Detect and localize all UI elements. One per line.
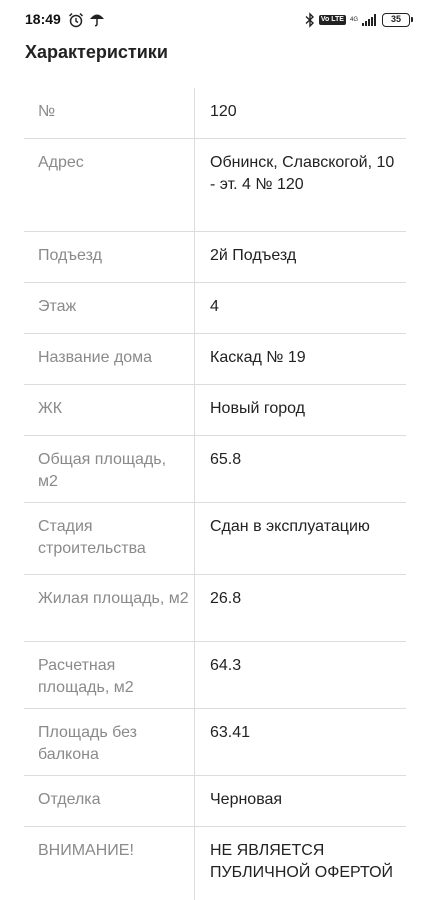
row-value: 64.3 — [194, 642, 406, 708]
table-row: Площадь без балкона 63.41 — [24, 709, 406, 776]
row-label: Отделка — [38, 791, 101, 808]
table-row: ЖК Новый город — [24, 385, 406, 436]
signal-icon — [362, 14, 376, 26]
volte-icon: Vo LTE — [318, 15, 346, 25]
row-label: Этаж — [38, 298, 77, 315]
row-label: Расчетная площадь, м2 — [38, 657, 134, 696]
row-value: 120 — [194, 88, 406, 138]
table-row: Этаж 4 — [24, 283, 406, 334]
row-label: № — [38, 103, 56, 120]
table-row: Отделка Черновая — [24, 776, 406, 827]
row-value: НЕ ЯВЛЯЕТСЯ ПУБЛИЧНОЙ ОФЕРТОЙ — [194, 827, 406, 900]
row-value: Черновая — [194, 776, 406, 826]
table-row: Подъезд 2й Подъезд — [24, 232, 406, 283]
row-value: Сдан в эксплуатацию — [194, 503, 406, 574]
row-label: Название дома — [38, 349, 153, 366]
characteristics-table: № 120 Адрес Обнинск, Славскогой, 10 - эт… — [24, 88, 406, 900]
row-value: 65.8 — [194, 436, 406, 502]
status-time: 18:49 — [25, 11, 61, 27]
row-label: Адрес — [38, 154, 84, 171]
table-row: Адрес Обнинск, Славскогой, 10 - эт. 4 № … — [24, 139, 406, 232]
row-value: 2й Подъезд — [194, 232, 406, 282]
row-value: Каскад № 19 — [194, 334, 406, 384]
network-4g-icon: 4G — [349, 16, 358, 23]
row-label: Жилая площадь, м2 — [38, 590, 189, 607]
table-row: ВНИМАНИЕ! НЕ ЯВЛЯЕТСЯ ПУБЛИЧНОЙ ОФЕРТОЙ — [24, 827, 406, 900]
status-icons: Vo LTE 4G 35 — [305, 11, 413, 29]
row-label: Подъезд — [38, 247, 102, 264]
row-label: Общая площадь, м2 — [38, 451, 167, 490]
table-row: Расчетная площадь, м2 64.3 — [24, 642, 406, 709]
row-label: Площадь без балкона — [38, 724, 137, 763]
page-title: Характеристики — [25, 42, 168, 62]
row-value: 63.41 — [194, 709, 406, 775]
umbrella-icon — [90, 14, 104, 27]
row-label: Стадия строительства — [38, 518, 146, 557]
row-value: 26.8 — [194, 575, 406, 641]
table-row: № 120 — [24, 88, 406, 139]
table-row: Жилая площадь, м2 26.8 — [24, 575, 406, 642]
row-label: ЖК — [38, 400, 63, 417]
alarm-icon — [68, 12, 84, 28]
table-row: Название дома Каскад № 19 — [24, 334, 406, 385]
row-value: Новый город — [194, 385, 406, 435]
row-value: 4 — [194, 283, 406, 333]
battery-icon: 35 — [382, 13, 413, 27]
row-label: ВНИМАНИЕ! — [38, 842, 134, 859]
bluetooth-icon — [305, 12, 314, 28]
table-row: Стадия строительства Сдан в эксплуатацию — [24, 503, 406, 575]
table-row: Общая площадь, м2 65.8 — [24, 436, 406, 503]
status-bar: 18:49 Vo LTE 4G 35 — [0, 0, 432, 40]
row-value: Обнинск, Славскогой, 10 - эт. 4 № 120 — [194, 139, 406, 231]
